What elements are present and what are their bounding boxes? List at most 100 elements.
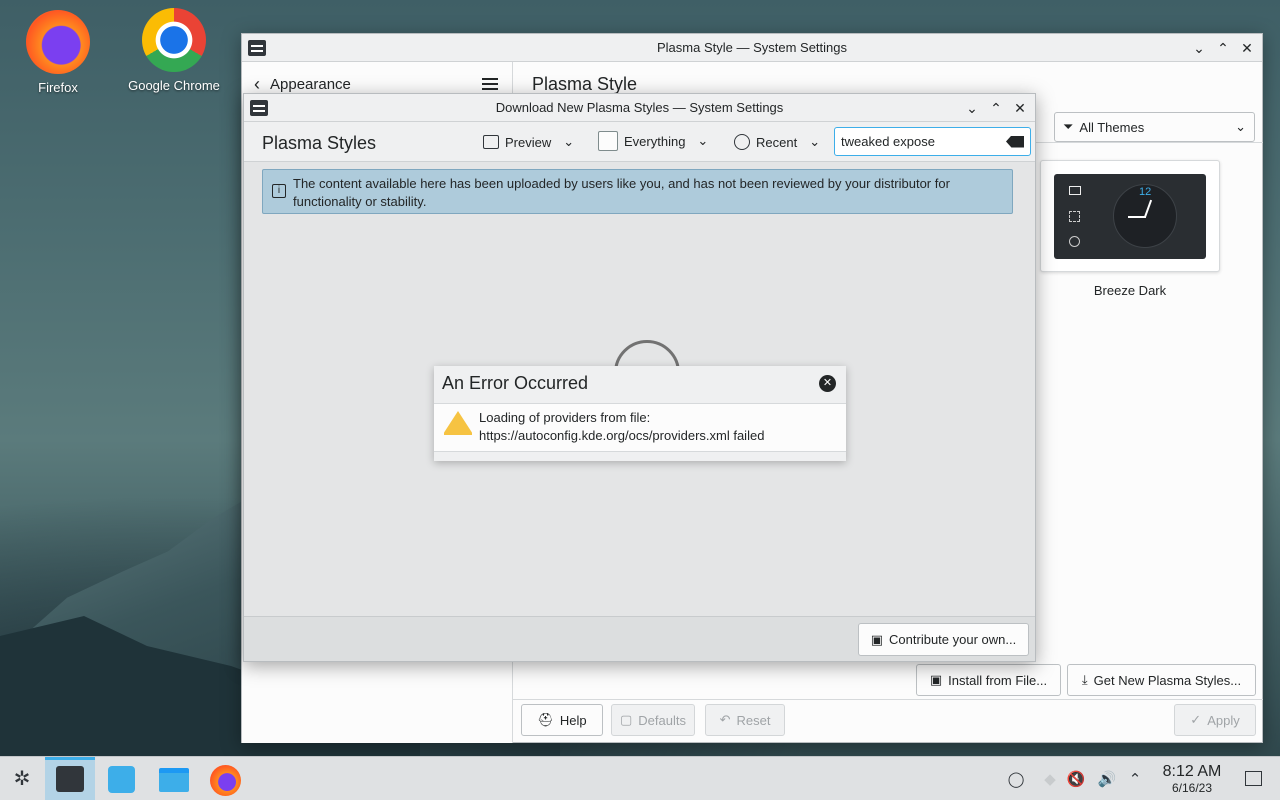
task-discover[interactable] bbox=[108, 766, 135, 793]
install-icon: ▣ bbox=[929, 672, 943, 687]
volume-icon[interactable]: 🔊 bbox=[1097, 769, 1117, 789]
filter-icon: ⏷ bbox=[1063, 119, 1074, 134]
error-message: Loading of providers from file: https://… bbox=[479, 410, 765, 443]
main-window-title: Plasma Style — System Settings bbox=[656, 40, 847, 55]
warning-icon bbox=[444, 411, 472, 435]
task-dolphin[interactable] bbox=[159, 768, 189, 792]
clock-date: 6/16/23 bbox=[1171, 781, 1213, 795]
install-label: Install from File... bbox=[948, 672, 1048, 688]
clock-number: 12 bbox=[1139, 186, 1152, 198]
error-body: Loading of providers from file: https://… bbox=[434, 403, 846, 452]
apply-label: Apply bbox=[1207, 712, 1240, 728]
recent-dropdown[interactable]: Recent ⌄ bbox=[734, 134, 820, 150]
get-new-label: Get New Plasma Styles... bbox=[1093, 672, 1242, 688]
clock-widget: 12 bbox=[1113, 184, 1177, 248]
grid-icon bbox=[1069, 211, 1080, 222]
recent-label: Recent bbox=[756, 134, 798, 150]
error-title: An Error Occurred bbox=[442, 373, 589, 393]
undo-icon: ↶ bbox=[719, 712, 731, 727]
filter-label: All Themes bbox=[1079, 119, 1145, 135]
user-icon[interactable]: ◯ bbox=[1006, 769, 1026, 789]
notice-banner: i The content available here has been up… bbox=[262, 169, 1013, 214]
dialog-heading: Plasma Styles bbox=[262, 133, 377, 153]
task-firefox[interactable] bbox=[210, 765, 241, 796]
chevron-down-icon: ⌄ bbox=[697, 133, 709, 148]
page-title: Plasma Style bbox=[532, 74, 638, 94]
sidebar-back-button[interactable]: ‹ Appearance bbox=[254, 74, 351, 95]
search-input[interactable]: tweaked expose bbox=[834, 127, 1031, 156]
dialog-title: Download New Plasma Styles — System Sett… bbox=[495, 100, 784, 115]
clock[interactable]: 8:12 AM 6/16/23 bbox=[1150, 763, 1234, 795]
desktop-icon-firefox[interactable]: Firefox bbox=[3, 10, 113, 95]
search-value: tweaked expose bbox=[841, 134, 935, 149]
notice-text: The content available here has been uplo… bbox=[293, 176, 950, 209]
task-system-settings[interactable] bbox=[45, 757, 95, 800]
taskbar: ✲ ◯ ◆ 🔇 🔊 ⌃ 8:12 AM 6/16/23 bbox=[0, 756, 1280, 800]
hamburger-menu-icon[interactable] bbox=[482, 78, 498, 90]
close-icon[interactable]: ✕ bbox=[1011, 99, 1029, 117]
contribute-label: Contribute your own... bbox=[889, 632, 1017, 647]
desktop-icon-label: Firefox bbox=[38, 80, 78, 95]
checkbox-icon bbox=[598, 131, 618, 151]
clear-text-icon[interactable] bbox=[1006, 135, 1024, 148]
maximize-icon[interactable]: ⌃ bbox=[1214, 39, 1232, 57]
firefox-icon bbox=[26, 10, 90, 74]
help-button[interactable]: ⛑ Help bbox=[521, 704, 603, 736]
desktop-icon-label: Google Chrome bbox=[128, 78, 220, 93]
app-launcher-icon[interactable]: ✲ bbox=[10, 767, 34, 791]
preview-dropdown[interactable]: Preview ⌄ bbox=[483, 134, 574, 150]
theme-preview: 12 bbox=[1054, 174, 1206, 259]
error-popup: An Error Occurred ✕ Loading of providers… bbox=[434, 366, 846, 461]
minimize-icon[interactable]: ⌄ bbox=[963, 99, 981, 117]
dialog-app-icon bbox=[250, 99, 268, 116]
theme-card-breeze-dark[interactable]: 12 bbox=[1040, 160, 1220, 272]
chevron-down-icon: ⌄ bbox=[1235, 119, 1246, 134]
dialog-footer: ▣ Contribute your own... bbox=[244, 616, 1035, 661]
apply-button[interactable]: ✓ Apply bbox=[1174, 704, 1256, 736]
close-icon[interactable]: ✕ bbox=[1238, 39, 1256, 57]
reset-label: Reset bbox=[736, 712, 771, 728]
clock-icon bbox=[734, 134, 750, 150]
clock-time: 8:12 AM bbox=[1162, 763, 1222, 780]
defaults-icon: ▢ bbox=[620, 712, 633, 727]
close-circle-icon[interactable]: ✕ bbox=[819, 375, 836, 392]
download-icon: ⤓ bbox=[1081, 672, 1088, 687]
help-icon: ⛑ bbox=[537, 712, 554, 727]
everything-label: Everything bbox=[624, 133, 686, 149]
chevron-down-icon: ⌄ bbox=[563, 134, 575, 149]
show-desktop-icon[interactable] bbox=[1245, 771, 1262, 786]
dialog-header: Plasma Styles Preview ⌄ Everything ⌄ Rec… bbox=[244, 122, 1035, 162]
defaults-button[interactable]: ▢ Defaults bbox=[611, 704, 695, 736]
check-icon: ✓ bbox=[1190, 712, 1202, 727]
dialog-titlebar: Download New Plasma Styles — System Sett… bbox=[244, 94, 1035, 122]
footer-divider bbox=[512, 699, 1263, 700]
theme-filter-dropdown[interactable]: ⏷ All Themes ⌄ bbox=[1054, 112, 1255, 142]
upload-icon: ▣ bbox=[870, 631, 884, 647]
contribute-button[interactable]: ▣ Contribute your own... bbox=[858, 623, 1029, 656]
network-icon[interactable]: ◆ bbox=[1040, 769, 1060, 789]
preview-label: Preview bbox=[505, 134, 552, 150]
system-settings-icon bbox=[56, 766, 84, 792]
defaults-label: Defaults bbox=[638, 712, 686, 728]
chevron-left-icon: ‹ bbox=[254, 74, 260, 94]
maximize-icon[interactable]: ⌃ bbox=[987, 99, 1005, 117]
image-icon bbox=[483, 135, 499, 149]
get-new-plasma-styles-button[interactable]: ⤓ Get New Plasma Styles... bbox=[1067, 664, 1256, 696]
mute-icon[interactable]: 🔇 bbox=[1066, 769, 1086, 789]
info-icon: i bbox=[272, 184, 286, 198]
system-settings-app-icon bbox=[248, 39, 266, 56]
monitor-icon bbox=[1069, 186, 1081, 195]
chevron-circle-icon bbox=[1069, 236, 1080, 247]
help-label: Help bbox=[559, 712, 587, 728]
reset-button[interactable]: ↶ Reset bbox=[705, 704, 785, 736]
chrome-icon bbox=[142, 8, 206, 72]
theme-card-label: Breeze Dark bbox=[1093, 283, 1167, 298]
chevron-up-icon[interactable]: ⌃ bbox=[1125, 769, 1145, 789]
minimize-icon[interactable]: ⌄ bbox=[1190, 39, 1208, 57]
install-from-file-button[interactable]: ▣ Install from File... bbox=[916, 664, 1061, 696]
chevron-down-icon: ⌄ bbox=[809, 134, 821, 149]
everything-dropdown[interactable]: Everything ⌄ bbox=[598, 131, 708, 151]
main-titlebar: Plasma Style — System Settings ⌄ ⌃ ✕ bbox=[242, 34, 1262, 62]
desktop-icon-chrome[interactable]: Google Chrome bbox=[119, 8, 229, 93]
sidebar-back-label: Appearance bbox=[270, 76, 351, 93]
